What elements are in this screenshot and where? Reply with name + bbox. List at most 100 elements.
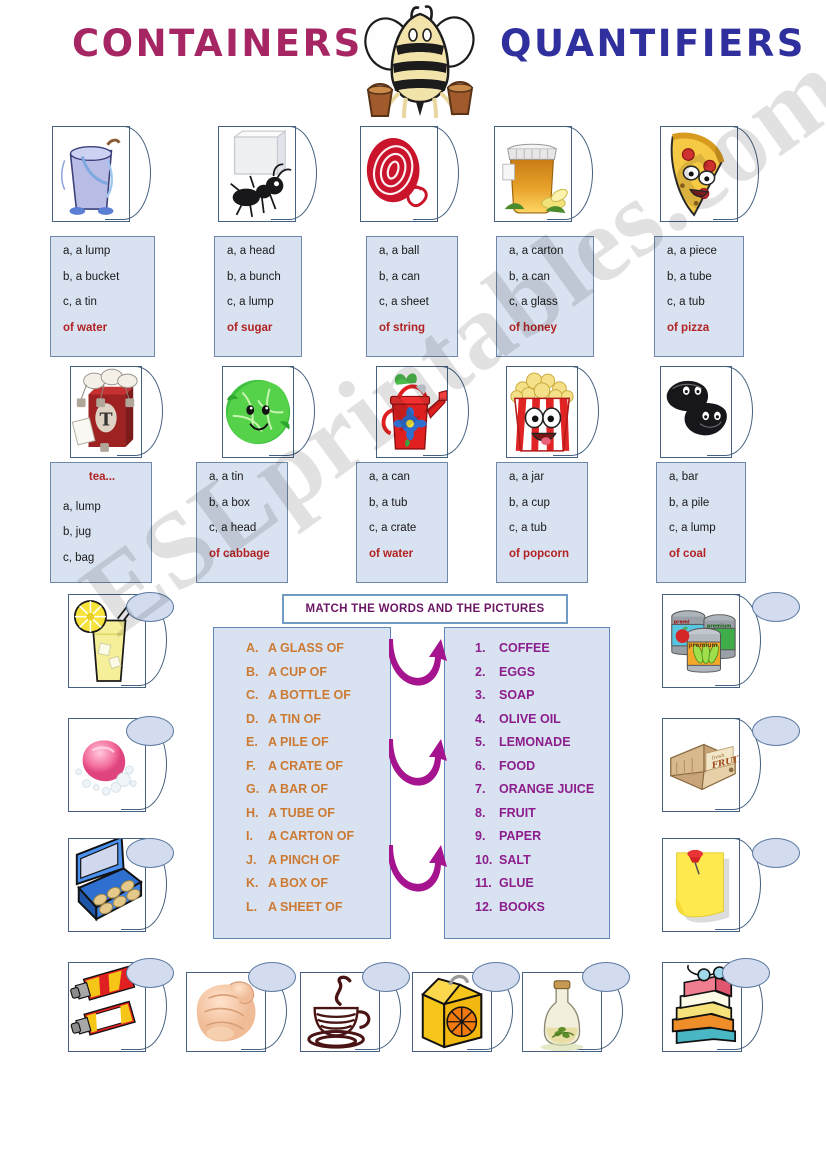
answer-bubble-orange-juice[interactable]: [472, 962, 520, 992]
crate-of-fruit-icon: FRUIT fresh: [670, 743, 739, 791]
option-c[interactable]: c, a tub: [667, 296, 733, 309]
option-b[interactable]: b, jug: [63, 526, 141, 539]
answer-bubble-glue[interactable]: [126, 958, 174, 988]
option-c[interactable]: c, a lump: [669, 522, 735, 535]
picture-tub-of-popcorn: [506, 366, 599, 458]
option-a[interactable]: a, a carton: [509, 245, 583, 258]
option-c[interactable]: c, a glass: [509, 296, 583, 309]
match-left-item-key: E.: [246, 735, 258, 749]
question-box-8[interactable]: a, a can b, a tub c, a crate of water: [356, 462, 448, 583]
picture-ball-of-string: [360, 126, 459, 222]
question-box-4[interactable]: a, a carton b, a can c, a glass of honey: [496, 236, 594, 357]
option-b[interactable]: b, a can: [379, 271, 447, 284]
match-left-item[interactable]: J. A PINCH OF: [214, 853, 390, 867]
match-right-item[interactable]: 2. EGGS: [445, 664, 609, 679]
match-right-item[interactable]: 12. BOOKS: [445, 899, 609, 914]
match-left-item[interactable]: E. A PILE OF: [214, 736, 390, 749]
match-left-item[interactable]: H. A TUBE OF: [214, 806, 390, 820]
match-left-item-label: A CUP OF: [268, 664, 328, 679]
option-b[interactable]: b, a cup: [509, 497, 577, 510]
match-right-item[interactable]: 1. COFFEE: [445, 642, 609, 655]
match-left-item[interactable]: L. A SHEET OF: [214, 900, 390, 914]
match-right-item-label: BOOKS: [499, 899, 545, 914]
worksheet-page: ESLprintables.com CONTAINERS QUANTIFIERS: [0, 0, 826, 1169]
match-left-item-label: A BAR OF: [268, 782, 328, 796]
tins-of-food-icon: premium premium premi: [671, 610, 736, 673]
option-a[interactable]: a, a piece: [667, 245, 733, 258]
match-right-item[interactable]: 7. ORANGE JUICE: [445, 783, 609, 796]
question-box-2[interactable]: a, a head b, a bunch c, a lump of sugar: [214, 236, 302, 357]
option-c[interactable]: c, a head: [209, 522, 277, 535]
match-left-item-key: D.: [246, 711, 259, 726]
match-right-column[interactable]: 1. COFFEE 2. EGGS 3. SOAP 4. OLIVE OIL 5. LEMONAD…: [444, 627, 610, 939]
match-left-item-label: A BOX OF: [268, 876, 328, 890]
match-right-item-key: 2.: [475, 664, 486, 679]
option-a[interactable]: a, a lump: [63, 245, 144, 258]
option-c[interactable]: c, a tub: [509, 522, 577, 535]
match-left-item[interactable]: D. A TIN OF: [214, 711, 390, 726]
answer-bubble-olive-oil[interactable]: [582, 962, 630, 992]
answer-bubble-coffee[interactable]: [362, 962, 410, 992]
option-b[interactable]: b, a bunch: [227, 271, 291, 284]
option-a[interactable]: a, a head: [227, 245, 291, 258]
match-right-item[interactable]: 8. FRUIT: [445, 806, 609, 820]
question-box-9[interactable]: a, a jar b, a cup c, a tub of popcorn: [496, 462, 588, 583]
question-box-6[interactable]: tea... a, lump b, jug c, bag: [50, 462, 152, 583]
answer-suffix: of coal: [669, 547, 707, 560]
cabbage-icon: [225, 379, 291, 445]
match-left-item[interactable]: C. A BOTTLE OF: [214, 689, 390, 702]
answer-bubble-tins[interactable]: [752, 592, 800, 622]
match-left-item[interactable]: A. A GLASS OF: [214, 642, 390, 655]
question-box-1[interactable]: a, a lump b, a bucket c, a tin of water: [50, 236, 155, 357]
match-right-item[interactable]: 3. SOAP: [445, 689, 609, 702]
match-right-item[interactable]: 5. LEMONADE: [445, 736, 609, 749]
coal-lumps-icon: [666, 380, 727, 436]
match-left-column[interactable]: A. A GLASS OF B. A CUP OF C. A BOTTLE OF D. A T…: [213, 627, 391, 939]
answer-bubble-lemonade[interactable]: [126, 592, 174, 622]
option-b[interactable]: b, a pile: [669, 497, 735, 510]
match-left-item[interactable]: K. A BOX OF: [214, 877, 390, 890]
option-a[interactable]: a, lump: [63, 501, 141, 514]
question-box-5[interactable]: a, a piece b, a tube c, a tub of pizza: [654, 236, 744, 357]
option-b[interactable]: b, a tub: [369, 497, 437, 510]
option-b[interactable]: b, a box: [209, 497, 277, 510]
option-b[interactable]: b, a can: [509, 271, 583, 284]
option-c[interactable]: c, a lump: [227, 296, 291, 309]
option-c[interactable]: c, a tin: [63, 296, 144, 309]
match-right-item-key: 3.: [475, 688, 486, 702]
match-right-item[interactable]: 11. GLUE: [445, 877, 609, 890]
match-right-item[interactable]: 9. PAPER: [445, 830, 609, 843]
match-left-item[interactable]: G. A BAR OF: [214, 783, 390, 796]
slice-of-pizza-icon: [670, 132, 725, 217]
answer-bubble-eggs[interactable]: [126, 838, 174, 868]
option-c[interactable]: c, a sheet: [379, 296, 447, 309]
match-left-item-key: F.: [246, 758, 256, 773]
picture-lump-of-coal: [660, 366, 753, 458]
match-right-item[interactable]: 10. SALT: [445, 853, 609, 867]
question-box-10[interactable]: a, bar b, a pile c, a lump of coal: [656, 462, 746, 583]
match-left-item[interactable]: B. A CUP OF: [214, 664, 390, 679]
option-a[interactable]: a, a ball: [379, 245, 447, 258]
option-a[interactable]: a, a jar: [509, 471, 577, 484]
answer-suffix: of water: [369, 547, 414, 560]
answer-bubble-salt[interactable]: [248, 962, 296, 992]
answer-bubble-soap[interactable]: [126, 716, 174, 746]
option-b[interactable]: b, a tube: [667, 271, 733, 284]
option-a[interactable]: a, a can: [369, 471, 437, 484]
answer-bubble-crate[interactable]: [752, 716, 800, 746]
option-a[interactable]: a, bar: [669, 471, 735, 484]
match-right-item[interactable]: 6. FOOD: [445, 759, 609, 773]
option-c[interactable]: c, a crate: [369, 522, 437, 535]
question-box-3[interactable]: a, a ball b, a can c, a sheet of string: [366, 236, 458, 357]
picture-bucket-of-water: [52, 126, 151, 222]
option-b[interactable]: b, a bucket: [63, 271, 144, 284]
option-c[interactable]: c, bag: [63, 552, 141, 565]
match-left-item[interactable]: I. A CARTON OF: [214, 830, 390, 843]
match-left-item[interactable]: F. A CRATE OF: [214, 758, 390, 773]
option-a[interactable]: a, a tin: [209, 471, 277, 484]
match-right-item[interactable]: 4. OLIVE OIL: [445, 712, 609, 726]
answer-bubble-paper[interactable]: [752, 838, 800, 868]
question-box-7[interactable]: a, a tin b, a box c, a head of cabbage: [196, 462, 288, 583]
answer-bubble-books[interactable]: [722, 958, 770, 988]
match-right-item-label: PAPER: [499, 829, 542, 843]
